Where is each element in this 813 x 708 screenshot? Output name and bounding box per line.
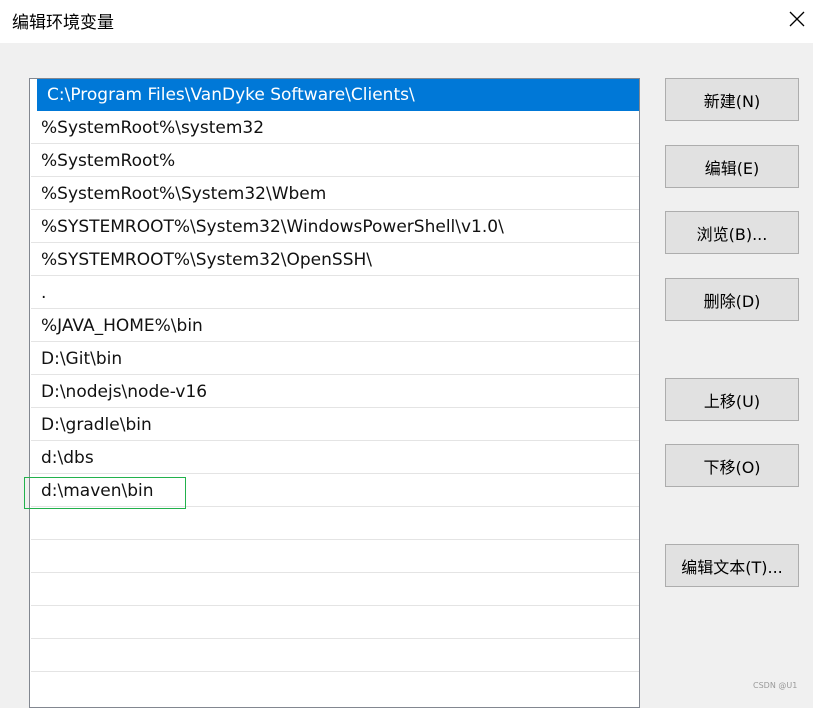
empty-row[interactable] bbox=[31, 508, 639, 540]
edit-button[interactable]: 编辑(E) bbox=[665, 145, 799, 188]
move-down-button[interactable]: 下移(O) bbox=[665, 444, 799, 487]
path-list-item-selected[interactable]: C:\Program Files\VanDyke Software\Client… bbox=[37, 79, 639, 111]
path-list-item[interactable]: . bbox=[31, 277, 639, 309]
delete-button[interactable]: 删除(D) bbox=[665, 278, 799, 321]
title-bar: 编辑环境变量 bbox=[0, 0, 813, 43]
path-list-item[interactable]: D:\Git\bin bbox=[31, 343, 639, 375]
path-list-item[interactable]: D:\nodejs\node-v16 bbox=[31, 376, 639, 408]
path-list-item[interactable]: %SystemRoot%\system32 bbox=[31, 112, 639, 144]
path-list-item[interactable]: %JAVA_HOME%\bin bbox=[31, 310, 639, 342]
new-button[interactable]: 新建(N) bbox=[665, 78, 799, 121]
browse-button[interactable]: 浏览(B)... bbox=[665, 211, 799, 254]
empty-row[interactable] bbox=[31, 607, 639, 639]
edit-text-button[interactable]: 编辑文本(T)... bbox=[665, 544, 799, 587]
path-list-item[interactable]: d:\dbs bbox=[31, 442, 639, 474]
close-icon bbox=[789, 11, 805, 27]
empty-row[interactable] bbox=[31, 541, 639, 573]
empty-row[interactable] bbox=[31, 640, 639, 672]
highlight-box bbox=[24, 477, 186, 509]
watermark: CSDN @U1 bbox=[753, 681, 798, 690]
path-list-item[interactable]: %SYSTEMROOT%\System32\OpenSSH\ bbox=[31, 244, 639, 276]
path-list[interactable]: C:\Program Files\VanDyke Software\Client… bbox=[29, 78, 640, 708]
move-up-button[interactable]: 上移(U) bbox=[665, 378, 799, 421]
path-list-item[interactable]: %SystemRoot% bbox=[31, 145, 639, 177]
path-list-item[interactable]: D:\gradle\bin bbox=[31, 409, 639, 441]
path-list-item[interactable]: %SystemRoot%\System32\Wbem bbox=[31, 178, 639, 210]
empty-row[interactable] bbox=[31, 574, 639, 606]
close-button[interactable] bbox=[784, 4, 810, 34]
path-list-item[interactable]: %SYSTEMROOT%\System32\WindowsPowerShell\… bbox=[31, 211, 639, 243]
window-title: 编辑环境变量 bbox=[12, 13, 114, 33]
